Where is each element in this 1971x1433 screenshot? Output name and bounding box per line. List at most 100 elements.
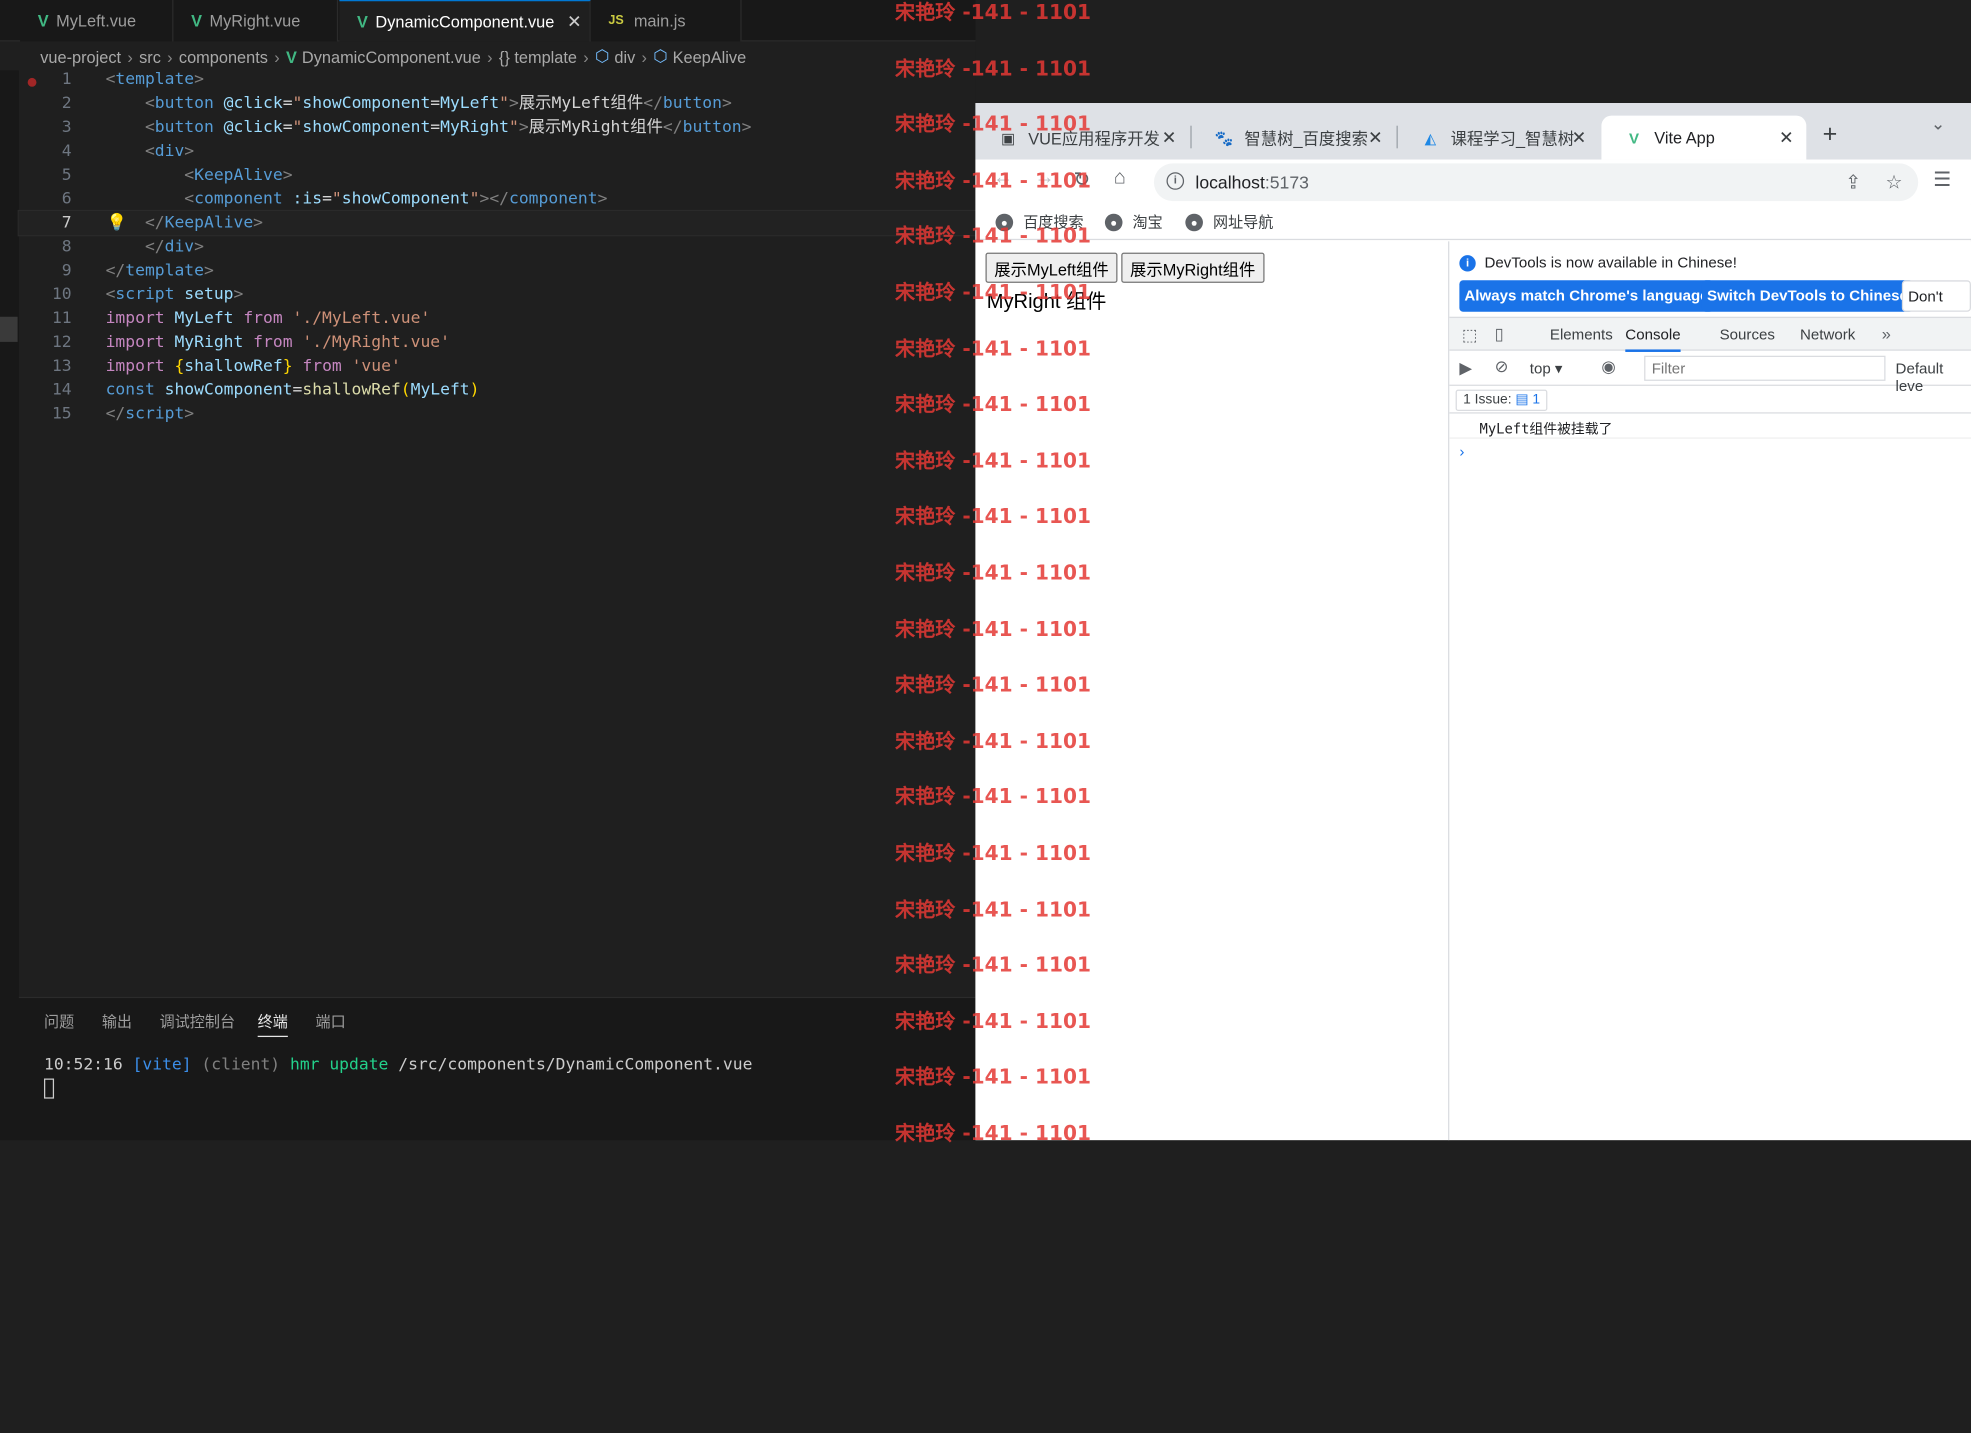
- watermark-text: 宋艳玲 -141 - 1101: [894, 224, 1091, 249]
- close-icon[interactable]: ✕: [567, 11, 582, 32]
- tab-elements[interactable]: Elements: [1550, 326, 1613, 344]
- device-toggle-icon[interactable]: ▯: [1495, 324, 1504, 344]
- code-line[interactable]: 3 <button @click="showComponent=MyRight"…: [19, 116, 976, 140]
- breadcrumb-item[interactable]: vue-project: [40, 47, 121, 66]
- code-line[interactable]: 8 </div>: [19, 235, 976, 259]
- switch-chinese-button[interactable]: Switch DevTools to Chinese: [1701, 280, 1913, 312]
- url-text[interactable]: localhost:5173: [1195, 172, 1309, 192]
- vue-icon: V: [356, 11, 368, 31]
- tab-main-js[interactable]: JS main.js: [590, 0, 742, 42]
- code-editor[interactable]: 1 <template> 2 <button @click="showCompone…: [17, 68, 977, 426]
- devtools-panel: i DevTools is now available in Chinese! A…: [1448, 241, 1971, 1141]
- chevron-right-icon: ›: [127, 47, 133, 66]
- chevron-right-icon: ›: [274, 47, 280, 66]
- clear-console-icon[interactable]: ⊘: [1495, 357, 1509, 377]
- sidebar-toggle-icon[interactable]: ▶: [1459, 358, 1472, 378]
- line-number: 6: [61, 189, 72, 209]
- terminal-cursor: [43, 1078, 55, 1099]
- breadcrumb-item[interactable]: components: [179, 47, 268, 66]
- watermark-text: 宋艳玲 -141 - 1101: [894, 504, 1091, 529]
- close-icon[interactable]: ✕: [1779, 127, 1794, 148]
- code-line[interactable]: 14 const showComponent=shallowRef(MyLeft): [19, 378, 976, 402]
- address-bar[interactable]: i localhost:5173 ⇪ ☆: [1153, 163, 1919, 202]
- chevron-down-icon[interactable]: ⌄: [1931, 113, 1946, 134]
- code-line[interactable]: 5 <KeepAlive>: [19, 163, 976, 187]
- lightbulb-icon[interactable]: 💡: [107, 211, 127, 235]
- bookmark-item[interactable]: ● 淘宝: [1104, 211, 1163, 232]
- breadcrumb-item[interactable]: KeepAlive: [673, 47, 747, 66]
- tab-network[interactable]: Network: [1800, 326, 1855, 344]
- browser-tab[interactable]: ◭ 课程学习_智慧树 ✕: [1398, 116, 1599, 160]
- chevron-right-icon: ›: [487, 47, 493, 66]
- code-line[interactable]: 15 </script>: [19, 402, 976, 426]
- browser-tab-active[interactable]: V Vite App ✕: [1601, 115, 1807, 160]
- match-language-button[interactable]: Always match Chrome's language: [1459, 280, 1714, 312]
- code-line[interactable]: 7 </KeepAlive> 💡: [17, 209, 977, 237]
- code-text: <component :is="showComponent"></compone…: [184, 189, 608, 209]
- watermark-text: 宋艳玲 -141 - 1101: [894, 560, 1091, 585]
- message-icon: ▤: [1515, 392, 1529, 408]
- line-number: 2: [61, 94, 72, 114]
- code-line[interactable]: 4 <div>: [19, 140, 976, 164]
- bookmark-item[interactable]: ● 网址导航: [1185, 211, 1273, 232]
- info-icon[interactable]: i: [1166, 172, 1185, 190]
- share-icon[interactable]: ⇪: [1845, 171, 1861, 193]
- star-icon[interactable]: ☆: [1886, 171, 1903, 193]
- watermark-text: 宋艳玲 -141 - 1101: [894, 1009, 1091, 1033]
- breadcrumb-item[interactable]: DynamicComponent.vue: [302, 47, 481, 66]
- close-icon[interactable]: ✕: [1162, 127, 1177, 148]
- context-selector[interactable]: top ▾: [1530, 360, 1563, 378]
- globe-icon: ●: [1104, 213, 1123, 231]
- panel-tab-ports[interactable]: 端口: [316, 1011, 346, 1032]
- close-icon[interactable]: ✕: [1572, 127, 1587, 148]
- tab-myleft[interactable]: V MyLeft.vue: [20, 0, 174, 42]
- code-text: <script setup>: [105, 285, 244, 305]
- home-icon[interactable]: ⌂: [1114, 167, 1126, 190]
- browser-tab[interactable]: 🐾 智慧树_百度搜索 ✕: [1192, 116, 1396, 160]
- terminal-output[interactable]: 10:52:16 [vite] (client) hmr update /src…: [44, 1056, 752, 1075]
- zhihuishu-icon: ◭: [1424, 128, 1437, 147]
- code-line[interactable]: 11 import MyLeft from './MyLeft.vue': [19, 307, 976, 331]
- code-line[interactable]: 10 <script setup>: [19, 283, 976, 307]
- breadcrumb-item[interactable]: src: [139, 47, 161, 66]
- activity-indicator: [0, 316, 18, 342]
- panel-tab-debug-console[interactable]: 调试控制台: [160, 1011, 235, 1032]
- watermark-text: 宋艳玲 -141 - 1101: [894, 56, 1091, 80]
- tab-console[interactable]: Console: [1625, 326, 1681, 352]
- watermark-text: 宋艳玲 -141 - 1101: [894, 953, 1091, 977]
- breadcrumb-item[interactable]: {} template: [499, 47, 577, 66]
- panel-tab-problems[interactable]: 问题: [44, 1011, 74, 1032]
- code-text: <KeepAlive>: [184, 165, 293, 185]
- breadcrumb-item[interactable]: div: [614, 47, 635, 66]
- vscode-window: V MyLeft.vue V MyRight.vue V DynamicCompone…: [0, 0, 977, 1141]
- eye-icon[interactable]: ◉: [1601, 357, 1615, 377]
- console-prompt-icon[interactable]: ›: [1459, 442, 1464, 460]
- tab-dynamiccomponent[interactable]: V DynamicComponent.vue ✕: [339, 0, 591, 42]
- code-line[interactable]: 1 <template>: [19, 68, 976, 92]
- console-filter-input[interactable]: [1644, 355, 1886, 381]
- close-icon[interactable]: ✕: [1368, 127, 1383, 148]
- console-toolbar: ▶ ⊘ top ▾ ◉ Default leve: [1449, 351, 1971, 395]
- breadcrumb: vue-project › src › components › V DynamicCo…: [0, 43, 975, 71]
- panel-tab-output[interactable]: 输出: [102, 1011, 132, 1032]
- show-myright-button[interactable]: 展示MyRight组件: [1121, 252, 1265, 283]
- tab-sources[interactable]: Sources: [1720, 326, 1775, 344]
- inspect-icon[interactable]: ⬚: [1462, 326, 1477, 346]
- code-line[interactable]: 9 </template>: [19, 259, 976, 283]
- new-tab-icon[interactable]: +: [1823, 121, 1838, 150]
- code-line[interactable]: 13 import {shallowRef} from 'vue': [19, 354, 976, 378]
- line-number: 14: [51, 380, 72, 400]
- dont-show-button[interactable]: Don't sho: [1901, 280, 1971, 337]
- line-number: 8: [61, 237, 72, 257]
- panel-tab-terminal[interactable]: 终端: [257, 1011, 288, 1038]
- tab-myright[interactable]: V MyRight.vue: [173, 0, 339, 42]
- reading-list-icon[interactable]: ☰: [1933, 167, 1951, 192]
- watermark-text: 宋艳玲 -141 - 1101: [894, 896, 1091, 921]
- vue-icon: V: [285, 47, 297, 66]
- code-line[interactable]: 12 import MyRight from './MyRight.vue': [19, 331, 976, 355]
- line-number: 15: [51, 404, 72, 424]
- issues-badge[interactable]: 1 Issue: ▤ 1: [1455, 389, 1548, 412]
- code-line[interactable]: 2 <button @click="showComponent=MyLeft">…: [19, 92, 976, 116]
- code-line[interactable]: 6 <component :is="showComponent"></compo…: [19, 187, 976, 211]
- more-tabs-icon[interactable]: »: [1882, 324, 1891, 343]
